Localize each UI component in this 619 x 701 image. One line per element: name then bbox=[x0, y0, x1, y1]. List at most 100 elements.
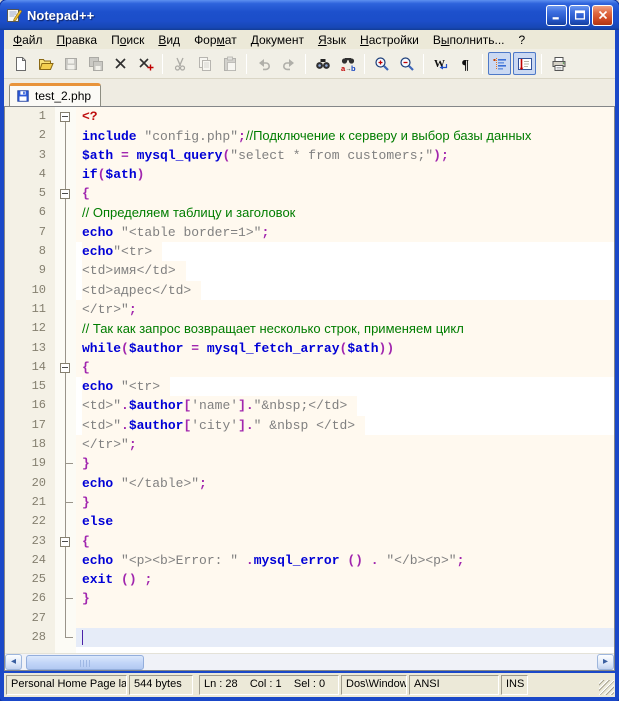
fold-toggle-icon[interactable] bbox=[55, 107, 76, 127]
close-file-button[interactable] bbox=[109, 52, 132, 75]
line-number[interactable]: 24 bbox=[5, 550, 55, 571]
scroll-right-arrow[interactable]: ▸ bbox=[597, 654, 614, 670]
line-number[interactable]: 15 bbox=[5, 377, 55, 397]
horizontal-scrollbar[interactable]: ◂ ▸ bbox=[5, 653, 614, 670]
line-number[interactable]: 1 bbox=[5, 107, 55, 127]
line-number[interactable]: 26 bbox=[5, 589, 55, 609]
menu-item-help[interactable]: ? bbox=[512, 31, 533, 49]
code-text[interactable]: echo "<tr> bbox=[76, 377, 614, 397]
fold-toggle-icon[interactable] bbox=[55, 184, 76, 204]
save-all-button[interactable] bbox=[84, 52, 107, 75]
menu-item-search[interactable]: Поиск bbox=[104, 31, 151, 49]
line-number[interactable]: 5 bbox=[5, 184, 55, 204]
code-text[interactable]: { bbox=[76, 357, 614, 378]
code-text[interactable]: { bbox=[76, 184, 614, 204]
code-text[interactable]: <td>".$author['name']."&nbsp;</td> bbox=[76, 396, 614, 416]
line-number[interactable]: 20 bbox=[5, 473, 55, 493]
line-number[interactable]: 9 bbox=[5, 261, 55, 281]
close-button[interactable] bbox=[592, 4, 613, 26]
redo-button[interactable] bbox=[277, 52, 300, 75]
line-number[interactable]: 25 bbox=[5, 570, 55, 590]
find-button[interactable] bbox=[311, 52, 334, 75]
line-number[interactable]: 27 bbox=[5, 608, 55, 629]
code-text[interactable]: if($ath) bbox=[76, 164, 614, 185]
cut-button[interactable] bbox=[168, 52, 191, 75]
scroll-left-arrow[interactable]: ◂ bbox=[5, 654, 22, 670]
line-number[interactable]: 16 bbox=[5, 396, 55, 416]
code-text[interactable]: } bbox=[76, 492, 614, 513]
close-all-button[interactable] bbox=[134, 52, 157, 75]
code-text[interactable]: } bbox=[76, 589, 614, 609]
code-text[interactable] bbox=[76, 628, 614, 648]
code-text[interactable]: // Так как запрос возвращает несколько с… bbox=[76, 319, 614, 339]
menu-item-format[interactable]: Формат bbox=[187, 31, 244, 49]
line-number[interactable]: 18 bbox=[5, 435, 55, 455]
fold-collapse-box-icon[interactable] bbox=[60, 189, 70, 200]
line-number[interactable]: 3 bbox=[5, 145, 55, 165]
line-number[interactable]: 8 bbox=[5, 242, 55, 262]
code-text[interactable]: <td>имя</td> bbox=[76, 261, 614, 281]
code-text[interactable]: // Определяем таблицу и заголовок bbox=[76, 203, 614, 223]
save-button[interactable] bbox=[59, 52, 82, 75]
code-text[interactable]: } bbox=[76, 454, 614, 474]
line-number[interactable]: 12 bbox=[5, 319, 55, 339]
code-text[interactable]: echo"<tr> bbox=[76, 242, 614, 262]
code-text[interactable] bbox=[76, 608, 614, 629]
line-number[interactable]: 17 bbox=[5, 415, 55, 436]
code-text[interactable]: { bbox=[76, 531, 614, 551]
replace-button[interactable]: a → b bbox=[336, 52, 359, 75]
print-button[interactable] bbox=[547, 52, 570, 75]
line-number[interactable]: 28 bbox=[5, 628, 55, 648]
line-number[interactable]: 4 bbox=[5, 164, 55, 185]
code-editor[interactable]: 1 <? 2 include "config.php";//Подключение к… bbox=[5, 107, 614, 653]
paste-button[interactable] bbox=[218, 52, 241, 75]
code-text[interactable]: echo "</table>"; bbox=[76, 473, 614, 493]
menu-item-language[interactable]: Язык bbox=[311, 31, 353, 49]
show-all-characters-button[interactable]: ¶ bbox=[454, 52, 477, 75]
doc-switcher-button[interactable] bbox=[513, 52, 536, 75]
maximize-button[interactable] bbox=[569, 4, 590, 26]
menu-item-view[interactable]: Вид bbox=[151, 31, 187, 49]
notepad-app-icon[interactable] bbox=[6, 7, 23, 23]
code-text[interactable]: <td>".$author['city']." &nbsp </td> bbox=[76, 415, 614, 436]
copy-button[interactable] bbox=[193, 52, 216, 75]
line-number[interactable]: 13 bbox=[5, 338, 55, 358]
code-text[interactable]: </tr>"; bbox=[76, 435, 614, 455]
line-number[interactable]: 19 bbox=[5, 454, 55, 474]
code-text[interactable]: $ath = mysql_query("select * from custom… bbox=[76, 145, 614, 165]
zoom-in-button[interactable] bbox=[370, 52, 393, 75]
code-text[interactable]: while($author = mysql_fetch_array($ath)) bbox=[76, 338, 614, 358]
indent-guide-button[interactable] bbox=[488, 52, 511, 75]
word-wrap-button[interactable]: W bbox=[429, 52, 452, 75]
undo-button[interactable] bbox=[252, 52, 275, 75]
line-number[interactable]: 11 bbox=[5, 299, 55, 320]
code-text[interactable]: </tr>"; bbox=[76, 299, 614, 320]
menu-item-settings[interactable]: Настройки bbox=[353, 31, 426, 49]
menu-item-document[interactable]: Документ bbox=[244, 31, 311, 49]
menu-item-run[interactable]: Выполнить... bbox=[426, 31, 512, 49]
line-number[interactable]: 7 bbox=[5, 222, 55, 243]
line-number[interactable]: 22 bbox=[5, 512, 55, 532]
code-text[interactable]: <? bbox=[76, 107, 614, 127]
scrollbar-thumb[interactable] bbox=[26, 655, 144, 670]
code-text[interactable]: exit () ; bbox=[76, 570, 614, 590]
code-text[interactable]: include "config.php";//Подключение к сер… bbox=[76, 126, 614, 146]
fold-toggle-icon[interactable] bbox=[55, 531, 76, 552]
zoom-out-button[interactable] bbox=[395, 52, 418, 75]
resize-grip[interactable] bbox=[599, 680, 614, 695]
fold-toggle-icon[interactable] bbox=[55, 357, 76, 378]
line-number[interactable]: 2 bbox=[5, 126, 55, 146]
menu-item-edit[interactable]: Правка bbox=[50, 31, 105, 49]
line-number[interactable]: 23 bbox=[5, 531, 55, 551]
minimize-button[interactable] bbox=[546, 4, 567, 26]
code-text[interactable]: echo "<p><b>Error: " .mysql_error () . "… bbox=[76, 550, 614, 571]
menu-item-file[interactable]: Файл bbox=[6, 31, 50, 49]
code-text[interactable]: <td>адрес</td> bbox=[76, 280, 614, 300]
new-file-button[interactable] bbox=[9, 52, 32, 75]
code-text[interactable]: else bbox=[76, 512, 614, 532]
line-number[interactable]: 10 bbox=[5, 280, 55, 300]
tab-test-2-php[interactable]: test_2.php bbox=[9, 83, 102, 106]
line-number[interactable]: 21 bbox=[5, 492, 55, 513]
line-number[interactable]: 14 bbox=[5, 357, 55, 378]
fold-collapse-box-icon[interactable] bbox=[60, 362, 70, 373]
